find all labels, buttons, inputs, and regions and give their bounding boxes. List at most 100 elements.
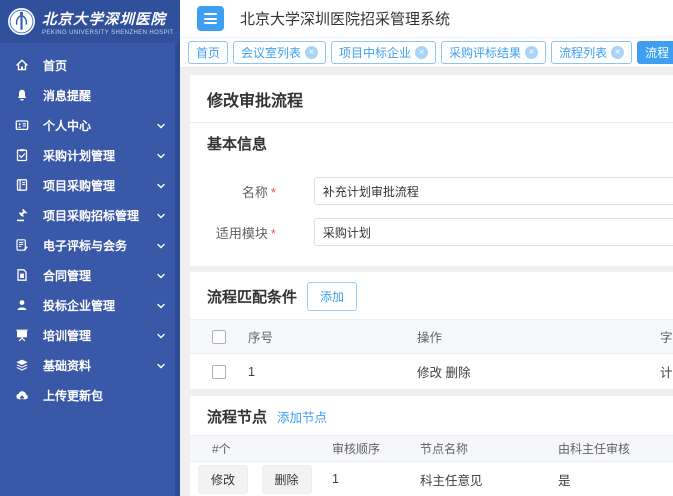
sidebar-item-label: 采购计划管理 bbox=[43, 147, 115, 164]
sidebar-item-project-procurement[interactable]: 项目采购管理 bbox=[0, 170, 180, 200]
top-header: 北京大学深圳医院招采管理系统 bbox=[180, 0, 673, 38]
chevron-down-icon bbox=[156, 150, 166, 164]
cell-node-name: 科主任意见 bbox=[420, 462, 558, 496]
sidebar-item-label: 消息提醒 bbox=[43, 87, 91, 104]
sidebar-item-label: 培训管理 bbox=[43, 327, 91, 344]
add-node-link[interactable]: 添加节点 bbox=[277, 407, 327, 426]
tab-evaluation-results[interactable]: 采购评标结果 × bbox=[441, 41, 546, 64]
hospital-name-en: PEKING UNIVERSITY SHENZHEN HOSPITAL bbox=[42, 30, 173, 36]
sidebar-item-label: 项目采购招标管理 bbox=[43, 207, 139, 224]
match-conditions-title: 流程匹配条件 bbox=[207, 286, 297, 307]
sidebar-item-label: 投标企业管理 bbox=[43, 297, 115, 314]
presentation-board-icon bbox=[14, 328, 30, 342]
document-edit-icon bbox=[14, 238, 30, 252]
module-field-label: 适用模块* bbox=[190, 223, 314, 242]
hospital-name-zh: 北京大学深圳医院 bbox=[42, 8, 173, 29]
tab-home[interactable]: 首页 bbox=[188, 41, 228, 64]
sidebar-item-e-evaluation[interactable]: 电子评标与会务 bbox=[0, 230, 180, 260]
form-row-module: 适用模块* bbox=[190, 218, 673, 246]
layers-icon bbox=[14, 358, 30, 372]
tab-label: 会议室列表 bbox=[241, 44, 301, 61]
book-icon bbox=[14, 178, 30, 192]
match-conditions-table: 序号 操作 字 1 修改 删除 计 bbox=[190, 319, 673, 390]
sidebar-item-messages[interactable]: 消息提醒 bbox=[0, 80, 180, 110]
sidebar-item-procurement-plan[interactable]: 采购计划管理 bbox=[0, 140, 180, 170]
tab-label: 采购评标结果 bbox=[449, 44, 521, 61]
tab-meeting-room-list[interactable]: 会议室列表 × bbox=[233, 41, 326, 64]
sidebar-menu: 首页 消息提醒 个人中心 采购计划管理 项目采购管理 bbox=[0, 43, 180, 410]
tab-close-icon[interactable]: × bbox=[415, 46, 428, 59]
add-condition-button[interactable]: 添加 bbox=[307, 282, 357, 311]
column-ops: #个 bbox=[190, 436, 332, 462]
user-icon bbox=[14, 298, 30, 312]
basic-info-title: 基本信息 bbox=[207, 133, 267, 154]
tab-label: 流程列表 bbox=[559, 44, 607, 61]
sidebar-item-contract[interactable]: 合同管理 bbox=[0, 260, 180, 290]
select-all-checkbox[interactable] bbox=[212, 330, 226, 344]
sidebar-item-basic-data[interactable]: 基础资料 bbox=[0, 350, 180, 380]
content-panel: 修改审批流程 基本信息 名称* 适用模块* 流程匹配条件 添加 bbox=[190, 75, 673, 496]
table-header-row: #个 审核顺序 节点名称 由科主任审核 bbox=[190, 436, 673, 462]
sidebar-item-label: 上传更新包 bbox=[43, 387, 103, 404]
cell-seq: 1 bbox=[248, 354, 417, 390]
tab-label: 项目中标企业 bbox=[339, 44, 411, 61]
sidebar-item-upload-package[interactable]: 上传更新包 bbox=[0, 380, 180, 410]
table-row: 修改 删除 1 科主任意见 是 bbox=[190, 462, 673, 496]
tab-process-list[interactable]: 流程列表 × bbox=[551, 41, 632, 64]
column-dept-head: 由科主任审核 bbox=[558, 436, 673, 462]
required-marker: * bbox=[271, 185, 276, 200]
process-nodes-table: #个 审核顺序 节点名称 由科主任审核 修改 删除 1 科主任意见 bbox=[190, 435, 673, 496]
chevron-down-icon bbox=[156, 360, 166, 374]
hamburger-menu-button[interactable] bbox=[197, 6, 224, 31]
column-order: 审核顺序 bbox=[332, 436, 420, 462]
process-nodes-card: 流程节点 添加节点 #个 审核顺序 节点名称 由科主任审核 修改 bbox=[190, 396, 673, 496]
cell-clipped: 计 bbox=[660, 354, 673, 390]
chevron-down-icon bbox=[156, 330, 166, 344]
sidebar-scrollbar[interactable] bbox=[175, 43, 180, 496]
cell-action[interactable]: 修改 删除 bbox=[417, 354, 660, 390]
sidebar-item-label: 电子评标与会务 bbox=[43, 237, 127, 254]
module-input[interactable] bbox=[314, 218, 673, 246]
sidebar-item-label: 合同管理 bbox=[43, 267, 91, 284]
required-marker: * bbox=[271, 226, 276, 241]
tab-close-icon[interactable]: × bbox=[305, 46, 318, 59]
sidebar-item-label: 首页 bbox=[43, 57, 67, 74]
sidebar-item-project-bidding[interactable]: 项目采购招标管理 bbox=[0, 200, 180, 230]
sidebar-item-personal-center[interactable]: 个人中心 bbox=[0, 110, 180, 140]
cloud-upload-icon bbox=[14, 388, 30, 402]
tab-close-icon[interactable]: × bbox=[525, 46, 538, 59]
tab-process[interactable]: 流程 × bbox=[637, 41, 673, 64]
delete-node-button[interactable]: 删除 bbox=[262, 465, 312, 494]
hospital-name: 北京大学深圳医院 PEKING UNIVERSITY SHENZHEN HOSP… bbox=[42, 8, 173, 36]
sidebar-item-training[interactable]: 培训管理 bbox=[0, 320, 180, 350]
tab-close-icon[interactable]: × bbox=[611, 46, 624, 59]
process-nodes-title: 流程节点 bbox=[207, 406, 267, 427]
tab-label: 首页 bbox=[196, 44, 220, 61]
sidebar-item-label: 项目采购管理 bbox=[43, 177, 115, 194]
edit-process-card: 修改审批流程 基本信息 名称* 适用模块* bbox=[190, 75, 673, 266]
chevron-down-icon bbox=[156, 180, 166, 194]
cell-order: 1 bbox=[332, 462, 420, 496]
cell-dept-head: 是 bbox=[558, 462, 673, 496]
sidebar-item-bidder-management[interactable]: 投标企业管理 bbox=[0, 290, 180, 320]
edit-node-button[interactable]: 修改 bbox=[198, 465, 248, 494]
system-title: 北京大学深圳医院招采管理系统 bbox=[240, 8, 450, 29]
match-conditions-header: 流程匹配条件 添加 bbox=[190, 272, 673, 319]
chevron-down-icon bbox=[156, 120, 166, 134]
clipboard-check-icon bbox=[14, 148, 30, 162]
column-seq: 序号 bbox=[248, 320, 417, 354]
bell-icon bbox=[14, 88, 30, 102]
row-checkbox[interactable] bbox=[212, 365, 226, 379]
tab-winning-enterprises[interactable]: 项目中标企业 × bbox=[331, 41, 436, 64]
name-field-label: 名称* bbox=[190, 182, 314, 201]
contract-file-icon bbox=[14, 268, 30, 282]
name-input[interactable] bbox=[314, 177, 673, 205]
page-title: 修改审批流程 bbox=[190, 75, 673, 123]
sidebar-item-label: 基础资料 bbox=[43, 357, 91, 374]
hospital-emblem-icon bbox=[7, 7, 36, 36]
sidebar-item-home[interactable]: 首页 bbox=[0, 50, 180, 80]
tab-bar: 首页 会议室列表 × 项目中标企业 × 采购评标结果 × 流程列表 × 流程 × bbox=[180, 38, 673, 68]
sidebar: 北京大学深圳医院 PEKING UNIVERSITY SHENZHEN HOSP… bbox=[0, 0, 180, 496]
chevron-down-icon bbox=[156, 210, 166, 224]
process-nodes-header: 流程节点 添加节点 bbox=[190, 396, 673, 435]
